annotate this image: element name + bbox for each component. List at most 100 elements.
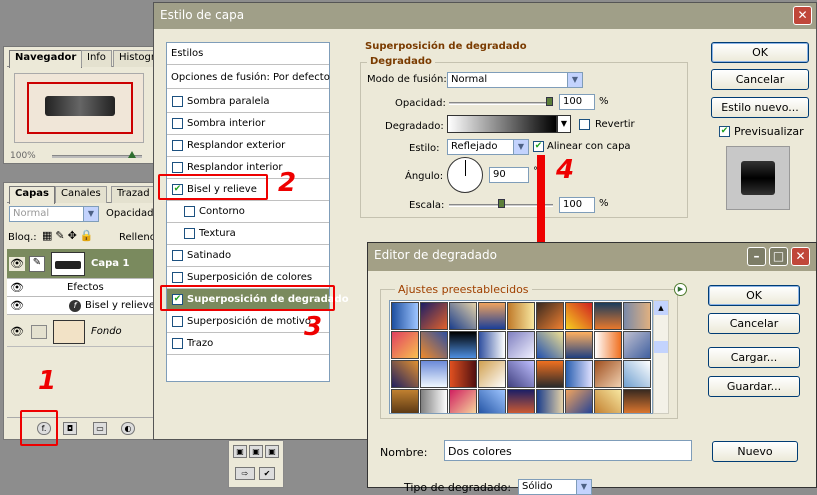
gradient-preset-swatch[interactable] <box>565 331 593 359</box>
cancel-button[interactable]: Cancelar <box>711 69 809 90</box>
reverse-checkbox[interactable] <box>579 119 590 130</box>
gradient-preset-swatch[interactable] <box>478 360 506 388</box>
gradient-preset-swatch[interactable] <box>420 302 448 330</box>
presets-scrollbar[interactable]: ▲ <box>653 300 669 414</box>
gradient-preset-swatch[interactable] <box>391 302 419 330</box>
adjustment-layer-button[interactable]: ◐ <box>121 422 135 435</box>
gradient-preview[interactable] <box>447 115 557 133</box>
style-item[interactable]: Resplandor exterior <box>167 135 329 157</box>
gradient-preset-swatch[interactable] <box>565 360 593 388</box>
gradient-preset-swatch[interactable] <box>391 389 419 413</box>
standard-mode-icon[interactable]: ▣ <box>233 445 247 458</box>
minimize-icon[interactable]: – <box>747 247 766 266</box>
layer-effect-bevel-row[interactable]: 👁 f Bisel y relieve <box>7 297 157 315</box>
scroll-up-icon[interactable]: ▲ <box>654 301 668 315</box>
layer-effects-row[interactable]: 👁 Efectos <box>7 279 157 297</box>
eye-icon[interactable]: 👁 <box>9 325 25 339</box>
save-button[interactable]: Guardar... <box>708 376 800 397</box>
layer-link-box[interactable] <box>31 325 47 339</box>
gradient-preset-swatch[interactable] <box>420 389 448 413</box>
presets-menu-icon[interactable]: ▶ <box>674 283 687 296</box>
tab-trazados[interactable]: Trazad <box>111 186 156 203</box>
lock-icons[interactable]: ▦✎✥🔒 <box>42 229 97 242</box>
gradient-dropdown[interactable]: ▼ <box>557 115 571 133</box>
style-select[interactable]: Reflejado ▼ <box>447 139 529 155</box>
gradient-preset-swatch[interactable] <box>565 389 593 413</box>
gradient-preset-swatch[interactable] <box>507 331 535 359</box>
gradient-preset-swatch[interactable] <box>478 331 506 359</box>
lock-brush-icon[interactable]: ✎ <box>55 229 67 242</box>
gradient-preset-swatch[interactable] <box>420 331 448 359</box>
style-item[interactable]: Sombra paralela <box>167 91 329 113</box>
gradient-preset-swatch[interactable] <box>391 331 419 359</box>
gradient-preset-swatch[interactable] <box>478 302 506 330</box>
tab-capas[interactable]: Capas <box>9 186 55 204</box>
gradient-preset-swatch[interactable] <box>594 331 622 359</box>
tab-canales[interactable]: Canales <box>55 186 107 203</box>
style-item-checkbox[interactable] <box>184 228 195 239</box>
style-item-checkbox[interactable] <box>172 316 183 327</box>
opacity-slider-thumb[interactable] <box>546 97 553 106</box>
angle-dial[interactable] <box>447 157 483 193</box>
opacity-slider[interactable] <box>449 102 553 105</box>
gradient-preset-swatch[interactable] <box>449 360 477 388</box>
tab-navegador[interactable]: Navegador <box>9 50 83 68</box>
gradient-preset-swatch[interactable] <box>449 331 477 359</box>
style-item-checkbox[interactable] <box>172 140 183 151</box>
zoom-value[interactable]: 100% <box>10 151 36 161</box>
full-screen-icon[interactable]: ▣ <box>249 445 263 458</box>
style-item-checkbox[interactable] <box>172 272 183 283</box>
lock-all-icon[interactable]: 🔒 <box>80 229 97 242</box>
eye-icon[interactable]: 👁 <box>9 299 25 313</box>
layer-row-capa1[interactable]: 👁 ✎ Capa 1 <box>7 249 157 279</box>
gradient-preset-swatch[interactable] <box>623 302 651 330</box>
gradient-preset-swatch[interactable] <box>391 360 419 388</box>
opacity-input[interactable]: 100 <box>559 94 595 110</box>
gradient-preset-swatch[interactable] <box>594 360 622 388</box>
eye-icon[interactable]: 👁 <box>9 281 25 295</box>
load-button[interactable]: Cargar... <box>708 347 800 368</box>
lock-move-icon[interactable]: ✥ <box>68 229 80 242</box>
new-gradient-button[interactable]: Nuevo <box>712 441 798 462</box>
style-item-checkbox[interactable] <box>172 96 183 107</box>
new-group-button[interactable]: ▭ <box>93 422 107 435</box>
layer-row-fondo[interactable]: 👁 Fondo <box>7 317 157 347</box>
style-item[interactable]: Contorno <box>167 201 329 223</box>
styles-header[interactable]: Estilos <box>167 43 329 65</box>
zoom-slider-thumb[interactable] <box>128 151 136 158</box>
lock-transparency-icon[interactable]: ▦ <box>42 229 55 242</box>
blend-mode-select[interactable]: Normal ▼ <box>447 72 583 88</box>
align-with-layer-checkbox[interactable]: ✔ <box>533 141 544 152</box>
gradient-preset-swatch[interactable] <box>623 331 651 359</box>
name-input[interactable]: Dos colores <box>444 440 692 461</box>
preview-checkbox[interactable]: ✔ <box>719 126 730 137</box>
style-item[interactable]: Textura <box>167 223 329 245</box>
gradient-cancel-button[interactable]: Cancelar <box>708 313 800 334</box>
gradient-type-select[interactable]: Sólido ▼ <box>518 479 592 495</box>
tab-info[interactable]: Info <box>81 50 112 67</box>
style-item[interactable]: Satinado <box>167 245 329 267</box>
style-item-checkbox[interactable] <box>172 118 183 129</box>
gradient-preset-swatch[interactable] <box>536 331 564 359</box>
close-icon[interactable]: ✕ <box>791 247 810 266</box>
gradient-preset-swatch[interactable] <box>594 389 622 413</box>
gradient-preset-swatch[interactable] <box>449 389 477 413</box>
close-icon[interactable]: ✕ <box>793 6 812 25</box>
gradient-ok-button[interactable]: OK <box>708 285 800 306</box>
gradient-preset-swatch[interactable] <box>565 302 593 330</box>
style-item-checkbox[interactable] <box>172 250 183 261</box>
eye-icon[interactable]: 👁 <box>9 257 25 271</box>
new-style-button[interactable]: Estilo nuevo... <box>711 97 809 118</box>
scale-slider-thumb[interactable] <box>497 199 505 208</box>
gradient-preset-swatch[interactable] <box>507 302 535 330</box>
gradient-preset-swatch[interactable] <box>623 360 651 388</box>
full-screen-menu-icon[interactable]: ▣ <box>265 445 279 458</box>
style-item[interactable]: Sombra interior <box>167 113 329 135</box>
gradient-preset-swatch[interactable] <box>449 302 477 330</box>
maximize-icon[interactable]: □ <box>769 247 788 266</box>
scroll-thumb[interactable] <box>654 341 668 353</box>
gradient-preset-swatch[interactable] <box>536 360 564 388</box>
gradient-preset-swatch[interactable] <box>536 389 564 413</box>
style-item-checkbox[interactable] <box>172 162 183 173</box>
style-item-checkbox[interactable] <box>184 206 195 217</box>
